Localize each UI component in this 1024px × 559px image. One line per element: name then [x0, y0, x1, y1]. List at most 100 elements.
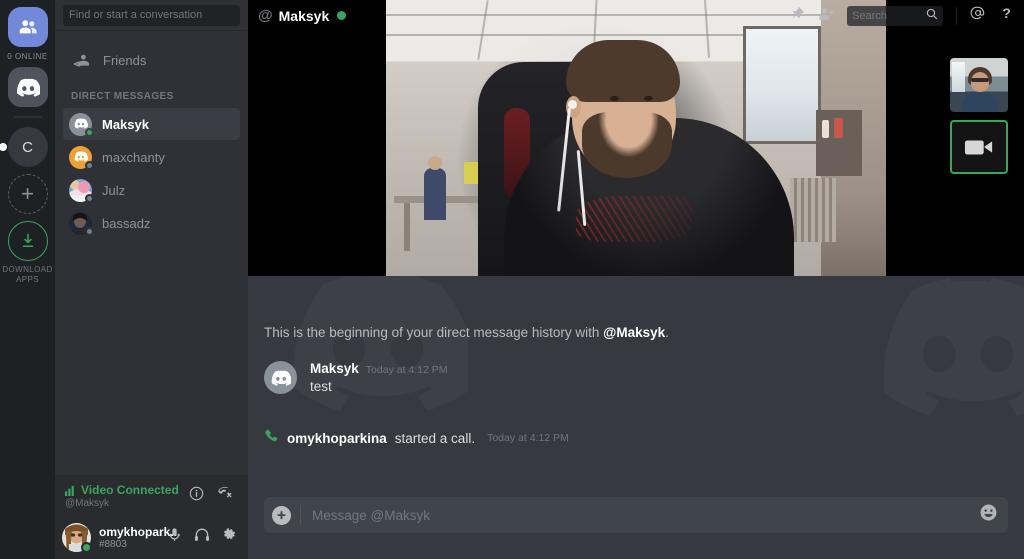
- video-thumbnails: [948, 58, 1010, 174]
- download-icon: [22, 233, 33, 247]
- search-icon: [926, 8, 938, 23]
- discord-avatar-icon: [271, 370, 291, 386]
- video-call-stage[interactable]: [248, 0, 1024, 276]
- find-conversation-input[interactable]: Find or start a conversation: [63, 4, 240, 26]
- emoji-icon[interactable]: [979, 503, 998, 527]
- unread-indicator: [0, 143, 7, 151]
- dm-item-label: bassadz: [102, 215, 151, 231]
- message-author[interactable]: Maksyk: [310, 361, 359, 376]
- svg-text:?: ?: [1002, 5, 1011, 21]
- system-message-timestamp: Today at 4:12 PM: [487, 432, 569, 444]
- disconnect-call-icon[interactable]: [217, 486, 234, 506]
- plus-icon[interactable]: [272, 505, 291, 525]
- sidebar-search-container: Find or start a conversation: [55, 0, 248, 31]
- pin-icon[interactable]: [790, 6, 805, 26]
- voice-status-label: Video Connected: [81, 483, 179, 497]
- voice-channel-label: @Maksyk: [65, 498, 110, 509]
- system-message-text: started a call.: [394, 430, 476, 446]
- dm-item-maksyk[interactable]: Maksyk: [63, 108, 240, 140]
- conversation-start-notice: This is the beginning of your direct mes…: [264, 325, 669, 340]
- dm-item-bassadz[interactable]: bassadz: [63, 207, 240, 239]
- status-badge: [337, 11, 347, 20]
- discord-logo-icon: [17, 78, 40, 97]
- rail-home-button[interactable]: [7, 67, 48, 107]
- find-conversation-placeholder: Find or start a conversation: [69, 9, 203, 21]
- avatar[interactable]: [62, 522, 92, 553]
- status-indicator: [85, 127, 94, 137]
- dm-item-julz[interactable]: Julz: [63, 174, 240, 206]
- message-avatar[interactable]: [264, 361, 297, 394]
- main-content: @ Maksyk Search ? This is the beginning …: [248, 0, 1024, 559]
- subject-beard: [582, 112, 672, 178]
- system-message-call-started: omykhoparkina started a call. Today at 4…: [264, 428, 569, 448]
- voice-status-row: Video Connected: [65, 483, 189, 497]
- signal-icon: [65, 485, 74, 496]
- subject-hair: [566, 40, 680, 102]
- message-header: Maksyk Today at 4:12 PM: [310, 361, 448, 376]
- headphones-icon[interactable]: [194, 527, 210, 547]
- main-video-feed[interactable]: [386, 0, 886, 276]
- notice-suffix: .: [665, 325, 669, 340]
- mentions-icon[interactable]: [970, 5, 986, 26]
- message-body: Maksyk Today at 4:12 PM test: [310, 361, 448, 394]
- add-server-button[interactable]: +: [7, 174, 48, 214]
- plus-icon: +: [21, 181, 34, 206]
- system-message-author: omykhoparkina: [287, 430, 387, 446]
- help-icon[interactable]: ?: [999, 5, 1014, 26]
- microphone-icon[interactable]: [167, 527, 182, 547]
- download-apps-button[interactable]: [7, 221, 48, 261]
- voice-actions: [189, 486, 238, 506]
- dm-item-maxchanty[interactable]: maxchanty: [63, 141, 240, 173]
- sidebar-item-friends[interactable]: Friends: [63, 45, 240, 75]
- user-identity: omykhopark... #8803: [99, 524, 181, 550]
- dm-item-label: Maksyk: [102, 116, 149, 132]
- message-item: Maksyk Today at 4:12 PM test: [264, 361, 1008, 394]
- avatar: [69, 112, 94, 137]
- dm-sidebar: Find or start a conversation Friends DIR…: [55, 0, 248, 559]
- office-window: [743, 26, 821, 144]
- phone-icon: [264, 428, 279, 448]
- channel-header: @ Maksyk Search ?: [248, 0, 1024, 31]
- rail-friends-button[interactable]: [7, 7, 48, 47]
- voice-connection-panel: Video Connected @Maksyk: [55, 475, 248, 515]
- message-pane: This is the beginning of your direct mes…: [248, 276, 1024, 559]
- rail-online-count: 0 ONLINE: [7, 52, 48, 61]
- avatar: [69, 211, 94, 236]
- status-indicator: [85, 226, 94, 236]
- message-composer[interactable]: Message @Maksyk: [264, 497, 1008, 533]
- user-actions: [167, 527, 241, 547]
- user-name: omykhopark...: [99, 524, 181, 539]
- server-rail: 0 ONLINE C + DOWNLOAD APPS: [0, 0, 55, 559]
- channel-title-group: @ Maksyk: [258, 7, 347, 24]
- notice-mention: @Maksyk: [603, 325, 666, 340]
- discord-window: 0 ONLINE C + DOWNLOAD APPS Find or start…: [0, 0, 1024, 559]
- gear-icon[interactable]: [222, 527, 237, 547]
- shirt-print: [576, 196, 692, 242]
- search-placeholder: Search: [852, 9, 887, 22]
- friends-icon: [19, 20, 37, 34]
- add-friend-icon[interactable]: [818, 6, 834, 26]
- status-indicator: [81, 541, 92, 553]
- sidebar-friends-label: Friends: [103, 52, 147, 68]
- status-indicator: [85, 160, 94, 170]
- message-text: test: [310, 379, 332, 394]
- dm-item-label: maxchanty: [102, 149, 165, 165]
- avatar: [69, 145, 94, 170]
- self-video-thumbnail[interactable]: [950, 58, 1008, 112]
- download-apps-label: DOWNLOAD APPS: [2, 265, 53, 285]
- status-indicator: [85, 193, 94, 203]
- message-input-placeholder: Message @Maksyk: [312, 507, 430, 523]
- sidebar-list: Friends DIRECT MESSAGES Maksyk maxchanty J…: [55, 31, 248, 475]
- header-divider: [956, 6, 957, 25]
- rail-server-c[interactable]: C: [0, 127, 48, 167]
- at-icon: @: [258, 7, 273, 24]
- header-actions: Search ?: [790, 5, 1014, 26]
- camera-tile[interactable]: [950, 120, 1008, 174]
- search-input[interactable]: Search: [847, 5, 943, 26]
- info-icon[interactable]: [189, 486, 204, 506]
- direct-messages-header: DIRECT MESSAGES: [71, 91, 174, 102]
- voice-status-text: Video Connected @Maksyk: [65, 483, 189, 509]
- avatar: [69, 178, 94, 203]
- user-tag: #8803: [99, 538, 127, 550]
- video-camera-icon: [964, 140, 993, 155]
